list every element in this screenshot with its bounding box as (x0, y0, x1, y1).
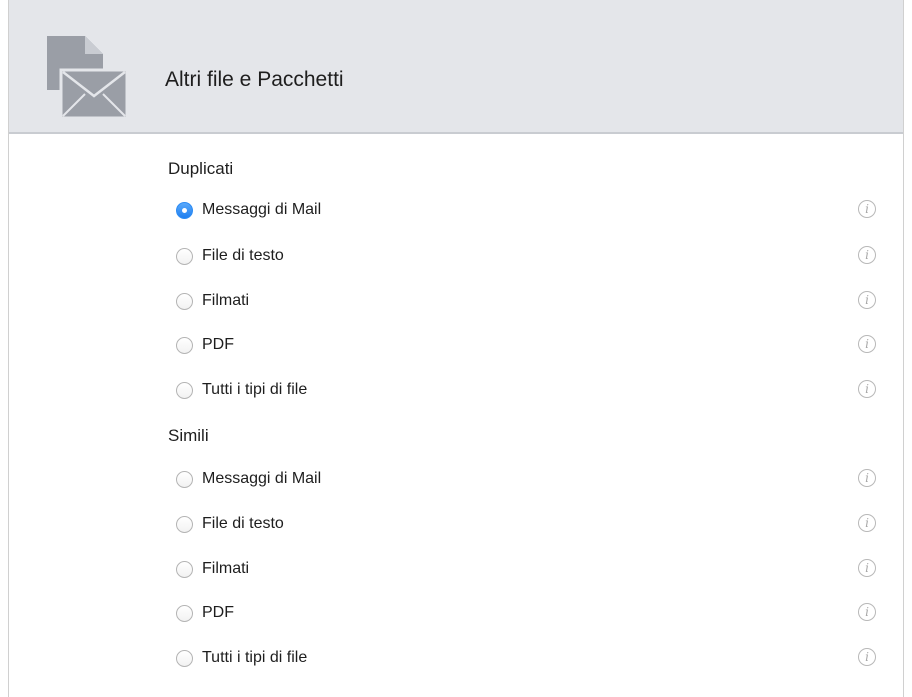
info-icon[interactable]: i (858, 469, 876, 487)
radio-button[interactable] (176, 604, 193, 622)
radio-button[interactable] (176, 470, 193, 488)
radio-duplicati-mail[interactable]: Messaggi di Mail i (176, 195, 876, 225)
radio-duplicati-text[interactable]: File di testo i (176, 241, 876, 271)
option-label: Filmati (202, 560, 250, 577)
page-title: Altri file e Pacchetti (165, 68, 344, 91)
radio-button[interactable] (176, 381, 193, 399)
radio-duplicati-pdf[interactable]: PDF i (176, 330, 876, 360)
radio-button[interactable] (176, 560, 193, 578)
window: Altri file e Pacchetti Duplicati Messagg… (8, 0, 904, 697)
radio-simili-pdf[interactable]: PDF i (176, 598, 876, 628)
radio-duplicati-all[interactable]: Tutti i tipi di file i (176, 375, 876, 405)
option-label: Messaggi di Mail (202, 201, 322, 218)
document-mail-icon (47, 36, 129, 120)
radio-button[interactable] (176, 515, 193, 533)
radio-simili-text[interactable]: File di testo i (176, 509, 876, 539)
radio-duplicati-movies[interactable]: Filmati i (176, 286, 876, 316)
radio-button[interactable] (176, 336, 193, 354)
info-icon[interactable]: i (858, 514, 876, 532)
info-icon[interactable]: i (858, 603, 876, 621)
info-icon[interactable]: i (858, 380, 876, 398)
section-title-duplicati: Duplicati (168, 159, 234, 178)
radio-button[interactable] (176, 649, 193, 667)
radio-button[interactable] (176, 292, 193, 310)
option-label: Tutti i tipi di file (202, 649, 308, 666)
option-label: Filmati (202, 292, 250, 309)
radio-simili-all[interactable]: Tutti i tipi di file i (176, 643, 876, 673)
info-icon[interactable]: i (858, 335, 876, 353)
radio-simili-movies[interactable]: Filmati i (176, 554, 876, 584)
option-label: Messaggi di Mail (202, 470, 322, 487)
info-icon[interactable]: i (858, 200, 876, 218)
section-title-simili: Simili (168, 426, 209, 445)
option-label: File di testo (202, 247, 284, 264)
info-icon[interactable]: i (858, 291, 876, 309)
radio-button[interactable] (176, 201, 193, 219)
info-icon[interactable]: i (858, 559, 876, 577)
radio-simili-mail[interactable]: Messaggi di Mail i (176, 464, 876, 494)
option-label: Tutti i tipi di file (202, 381, 308, 398)
info-icon[interactable]: i (858, 246, 876, 264)
option-label: PDF (202, 336, 234, 353)
option-label: PDF (202, 604, 234, 621)
radio-button[interactable] (176, 247, 193, 265)
option-label: File di testo (202, 515, 284, 532)
header: Altri file e Pacchetti (9, 0, 903, 134)
info-icon[interactable]: i (858, 648, 876, 666)
